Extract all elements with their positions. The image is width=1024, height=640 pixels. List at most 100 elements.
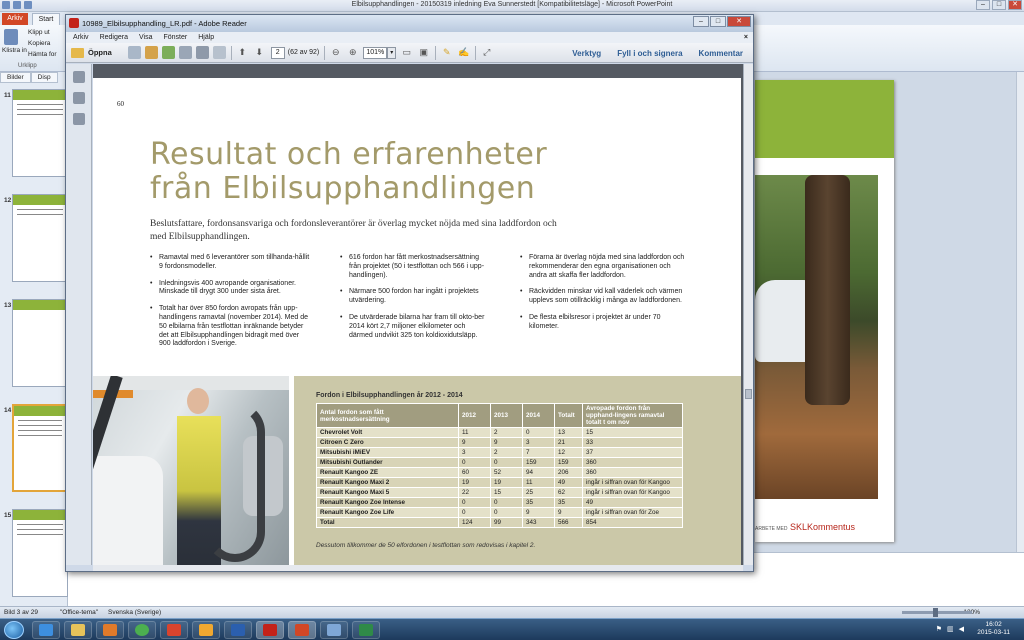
zoom-slider-thumb[interactable] xyxy=(933,608,938,617)
adobe-reader-icon xyxy=(263,624,277,636)
slide-thumbnail[interactable] xyxy=(12,509,68,597)
minimize-button[interactable]: – xyxy=(976,0,990,10)
slide-thumbnail[interactable] xyxy=(12,299,68,387)
menu-fonster[interactable]: Fönster xyxy=(163,34,187,41)
taskbar-reader-button[interactable] xyxy=(256,621,284,639)
copy-button[interactable]: Kopiera xyxy=(28,38,57,49)
close-document-icon[interactable]: × xyxy=(744,32,748,43)
maximize-button[interactable]: □ xyxy=(992,0,1006,10)
document-view[interactable]: 60 Resultat och erfarenheter från Elbilsu… xyxy=(93,64,743,565)
slide-counter: Bild 3 av 29 xyxy=(4,609,38,616)
media-player-icon xyxy=(103,624,117,636)
menu-arkiv[interactable]: Arkiv xyxy=(73,34,89,41)
page-number-input[interactable]: 2 xyxy=(270,46,285,59)
table-row: Renault Kangoo Zoe Life 0 0 9 9 ingår i siffr… xyxy=(316,507,683,518)
zoom-in-icon[interactable]: ⊕ xyxy=(346,46,359,59)
theme-name: "Office-tema" xyxy=(60,609,99,616)
tab-file[interactable]: Arkiv xyxy=(2,13,28,25)
next-page-icon[interactable]: ⬇ xyxy=(253,46,266,59)
electric-car-image xyxy=(93,456,163,565)
reader-minimize-button[interactable]: – xyxy=(693,16,709,27)
tab-slides[interactable]: Bilder xyxy=(0,72,31,83)
close-button[interactable]: ✕ xyxy=(1008,0,1022,10)
signatures-icon[interactable] xyxy=(72,113,85,125)
cut-button[interactable]: Klipp ut xyxy=(28,27,57,38)
reader-close-button[interactable]: ✕ xyxy=(727,16,751,27)
create-pdf-icon[interactable] xyxy=(127,46,141,59)
volume-icon[interactable]: ◀ xyxy=(959,625,964,633)
taskbar-excel-button[interactable] xyxy=(352,621,380,639)
fit-page-icon[interactable]: ▭ xyxy=(400,46,413,59)
email-icon[interactable] xyxy=(212,46,226,59)
tab-outline[interactable]: Disp xyxy=(30,72,58,83)
powerpoint-window-controls[interactable]: – □ ✕ xyxy=(976,0,1022,10)
clipboard-group-label: Urklipp xyxy=(18,63,37,69)
tab-home[interactable]: Start xyxy=(32,13,60,25)
combine-icon[interactable] xyxy=(144,46,158,59)
taskbar-powerpoint-button[interactable] xyxy=(288,621,316,639)
slide-number: 14 xyxy=(4,407,12,414)
table-header: Avropade fordon från upphand-lingens ram… xyxy=(582,403,683,428)
chrome-icon xyxy=(135,624,149,636)
slide-number: 15 xyxy=(4,512,12,519)
menu-visa[interactable]: Visa xyxy=(139,34,153,41)
page-thumbnails-icon[interactable] xyxy=(72,71,85,83)
format-painter-button[interactable]: Hämta for xyxy=(28,49,57,60)
comment-icon[interactable]: ✎ xyxy=(440,46,453,59)
network-icon[interactable]: ▥ xyxy=(947,625,954,633)
current-slide[interactable]: ARBETE MED SKLKommentus xyxy=(755,80,894,542)
bullet-item: Räckvidden minskar vid kall väderlek och… xyxy=(520,288,690,306)
flag-icon[interactable]: ⚑ xyxy=(936,625,942,633)
expand-icon[interactable]: ⤢ xyxy=(480,46,493,59)
taskbar-app-button[interactable] xyxy=(160,621,188,639)
taskbar-window-button[interactable] xyxy=(320,621,348,639)
table-row: Citroen C Zero 9 9 3 21 33 xyxy=(316,437,683,448)
taskbar-media-button[interactable] xyxy=(96,621,124,639)
excel-icon xyxy=(359,624,373,636)
slide-thumbnail-selected[interactable] xyxy=(12,404,68,492)
fit-width-icon[interactable]: ▣ xyxy=(417,46,430,59)
start-button[interactable] xyxy=(4,621,24,639)
vehicle-table: Antal fordon som fått merkostnadsersättn… xyxy=(316,403,683,528)
taskbar-files-button[interactable] xyxy=(192,621,220,639)
scrollbar-thumb[interactable] xyxy=(745,389,752,399)
paste-button[interactable]: Klistra in xyxy=(2,47,27,54)
reader-window-title: 10989_Elbilsupphandling_LR.pdf - Adobe R… xyxy=(82,19,247,28)
taskbar-explorer-button[interactable] xyxy=(64,621,92,639)
fill-sign-pane-button[interactable]: Fyll i och signera xyxy=(617,49,682,58)
menu-hjalp[interactable]: Hjälp xyxy=(198,34,214,41)
menu-redigera[interactable]: Redigera xyxy=(100,34,128,41)
save-icon[interactable] xyxy=(178,46,192,59)
zoom-input[interactable]: 101% xyxy=(363,46,388,59)
table-row: Renault Kangoo Maxi 2 19 19 11 49 ingår i sif… xyxy=(316,477,683,488)
taskbar-chrome-button[interactable] xyxy=(128,621,156,639)
charging-station-photo xyxy=(93,376,289,565)
document-vertical-scrollbar[interactable] xyxy=(743,64,753,565)
open-button[interactable]: Öppna xyxy=(71,47,112,58)
paste-icon[interactable] xyxy=(4,29,18,45)
zoom-dropdown-icon[interactable]: ▾ xyxy=(387,46,397,59)
taskbar-word-button[interactable] xyxy=(224,621,252,639)
slide-number: 12 xyxy=(4,197,12,204)
slide-vertical-scrollbar[interactable] xyxy=(1016,72,1024,606)
reader-maximize-button[interactable]: □ xyxy=(710,16,726,27)
document-horizontal-scrollbar[interactable] xyxy=(93,565,743,571)
table-row: Mitsubishi Outlander 0 0 159 159 360 xyxy=(316,457,683,468)
attachments-icon[interactable] xyxy=(72,92,85,104)
previous-page-icon[interactable]: ⬆ xyxy=(236,46,249,59)
tools-pane-button[interactable]: Verktyg xyxy=(572,49,601,58)
taskbar-clock[interactable]: 16:02 2015-03-11 xyxy=(977,621,1010,637)
sign-icon[interactable]: ✍ xyxy=(457,46,470,59)
zoom-out-icon[interactable]: ⊖ xyxy=(329,46,342,59)
slide-thumbnail[interactable] xyxy=(12,194,68,282)
print-icon[interactable] xyxy=(195,46,209,59)
slide-thumbnail[interactable] xyxy=(12,89,68,177)
taskbar-ie-button[interactable] xyxy=(32,621,60,639)
edit-icon[interactable] xyxy=(161,46,175,59)
internet-explorer-icon xyxy=(39,624,53,636)
system-tray[interactable]: ⚑ ▥ ◀ xyxy=(936,625,964,633)
language-indicator[interactable]: Svenska (Sverige) xyxy=(108,607,161,618)
bullet-item: Totalt har över 850 fordon avropats från… xyxy=(150,305,310,349)
comment-pane-button[interactable]: Kommentar xyxy=(699,49,743,58)
reader-window-controls[interactable]: – □ ✕ xyxy=(693,16,751,27)
